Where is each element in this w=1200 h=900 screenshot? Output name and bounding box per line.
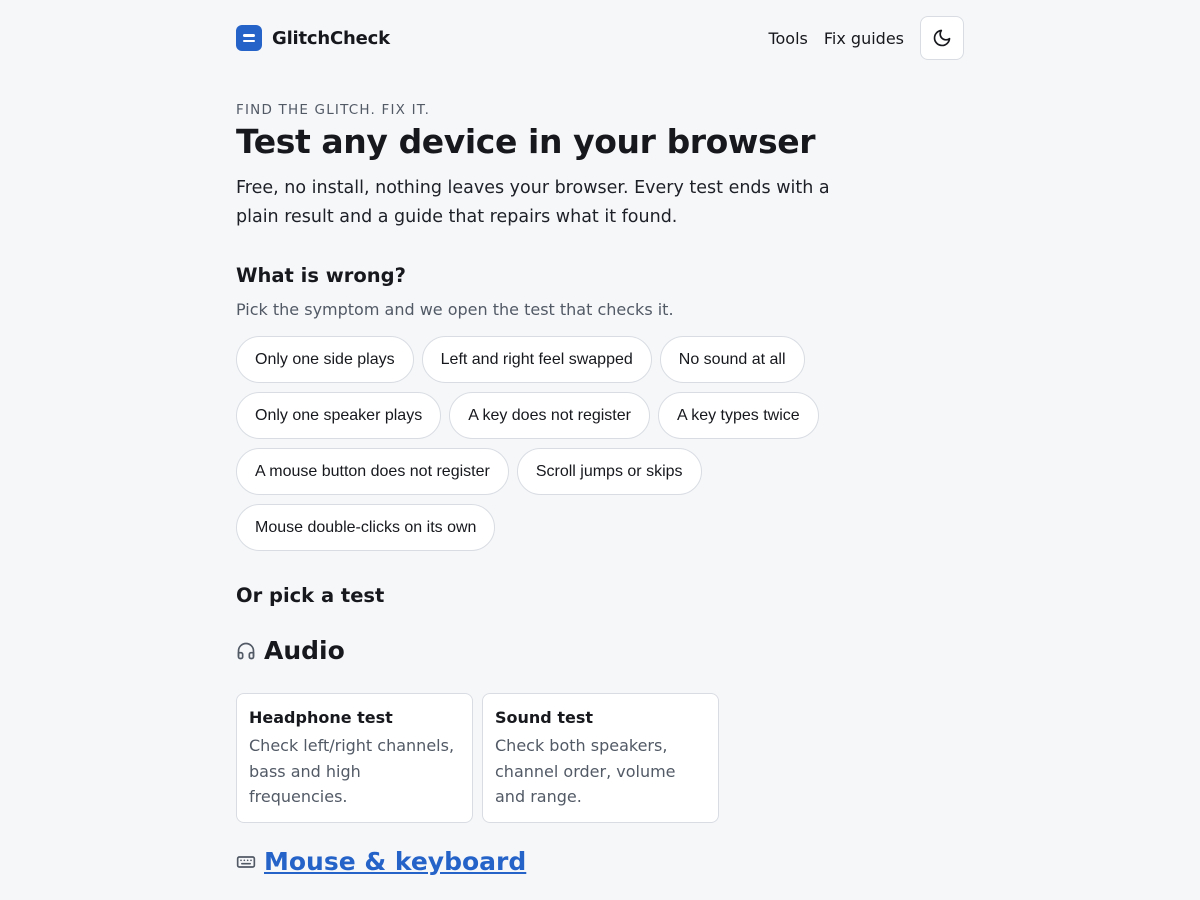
category-audio-heading: Audio	[236, 636, 345, 665]
brand-link[interactable]: GlitchCheck	[236, 25, 390, 51]
symptom-chip-no-sound[interactable]: No sound at all	[659, 336, 805, 383]
moon-icon	[933, 29, 951, 47]
nav-tools-link[interactable]: Tools	[768, 29, 807, 48]
symptom-chip-one-speaker-plays[interactable]: Only one speaker plays	[236, 392, 442, 439]
symptom-chip-left-right-swapped[interactable]: Left and right feel swapped	[421, 336, 652, 383]
test-card-sound[interactable]: Sound test Check both speakers, channel …	[482, 693, 719, 823]
keyboard-icon	[236, 855, 256, 868]
symptom-chip-key-types-twice[interactable]: A key types twice	[657, 392, 819, 439]
headphones-icon	[237, 642, 255, 659]
category-mouse-keyboard-link[interactable]: Mouse & keyboard	[264, 847, 526, 876]
test-card-headphone[interactable]: Headphone test Check left/right channels…	[236, 693, 473, 823]
symptoms-heading: What is wrong?	[236, 264, 406, 287]
hero-eyebrow: FIND THE GLITCH. FIX IT.	[236, 102, 431, 118]
category-audio-label: Audio	[264, 636, 345, 665]
symptom-chip-list: Only one side plays Left and right feel …	[236, 336, 876, 551]
category-mouse-keyboard-heading: Mouse & keyboard	[236, 847, 526, 876]
symptom-chip-mouse-double-clicks[interactable]: Mouse double-clicks on its own	[236, 504, 496, 551]
nav-fix-guides-link[interactable]: Fix guides	[824, 29, 904, 48]
audio-test-cards: Headphone test Check left/right channels…	[236, 693, 719, 823]
symptom-chip-scroll-jumps[interactable]: Scroll jumps or skips	[516, 448, 702, 495]
test-card-title: Sound test	[495, 708, 593, 727]
page-title: Test any device in your browser	[236, 122, 816, 161]
hero-subtitle: Free, no install, nothing leaves your br…	[236, 178, 830, 227]
site-header: GlitchCheck Tools Fix guides	[236, 16, 964, 60]
test-card-description: Check both speakers, channel order, volu…	[495, 736, 676, 806]
test-card-title: Headphone test	[249, 708, 393, 727]
equals-bars-icon	[236, 25, 262, 51]
symptom-chip-key-not-register[interactable]: A key does not register	[449, 392, 650, 439]
symptom-chip-mouse-button-not-register[interactable]: A mouse button does not register	[236, 448, 509, 495]
symptom-chip-one-side-plays[interactable]: Only one side plays	[236, 336, 414, 383]
symptoms-help: Pick the symptom and we open the test th…	[236, 300, 674, 319]
theme-toggle-button[interactable]	[920, 16, 964, 60]
tests-heading: Or pick a test	[236, 584, 385, 607]
test-card-description: Check left/right channels, bass and high…	[249, 736, 455, 806]
main-nav: Tools Fix guides	[768, 16, 964, 60]
brand-name: GlitchCheck	[272, 27, 390, 49]
